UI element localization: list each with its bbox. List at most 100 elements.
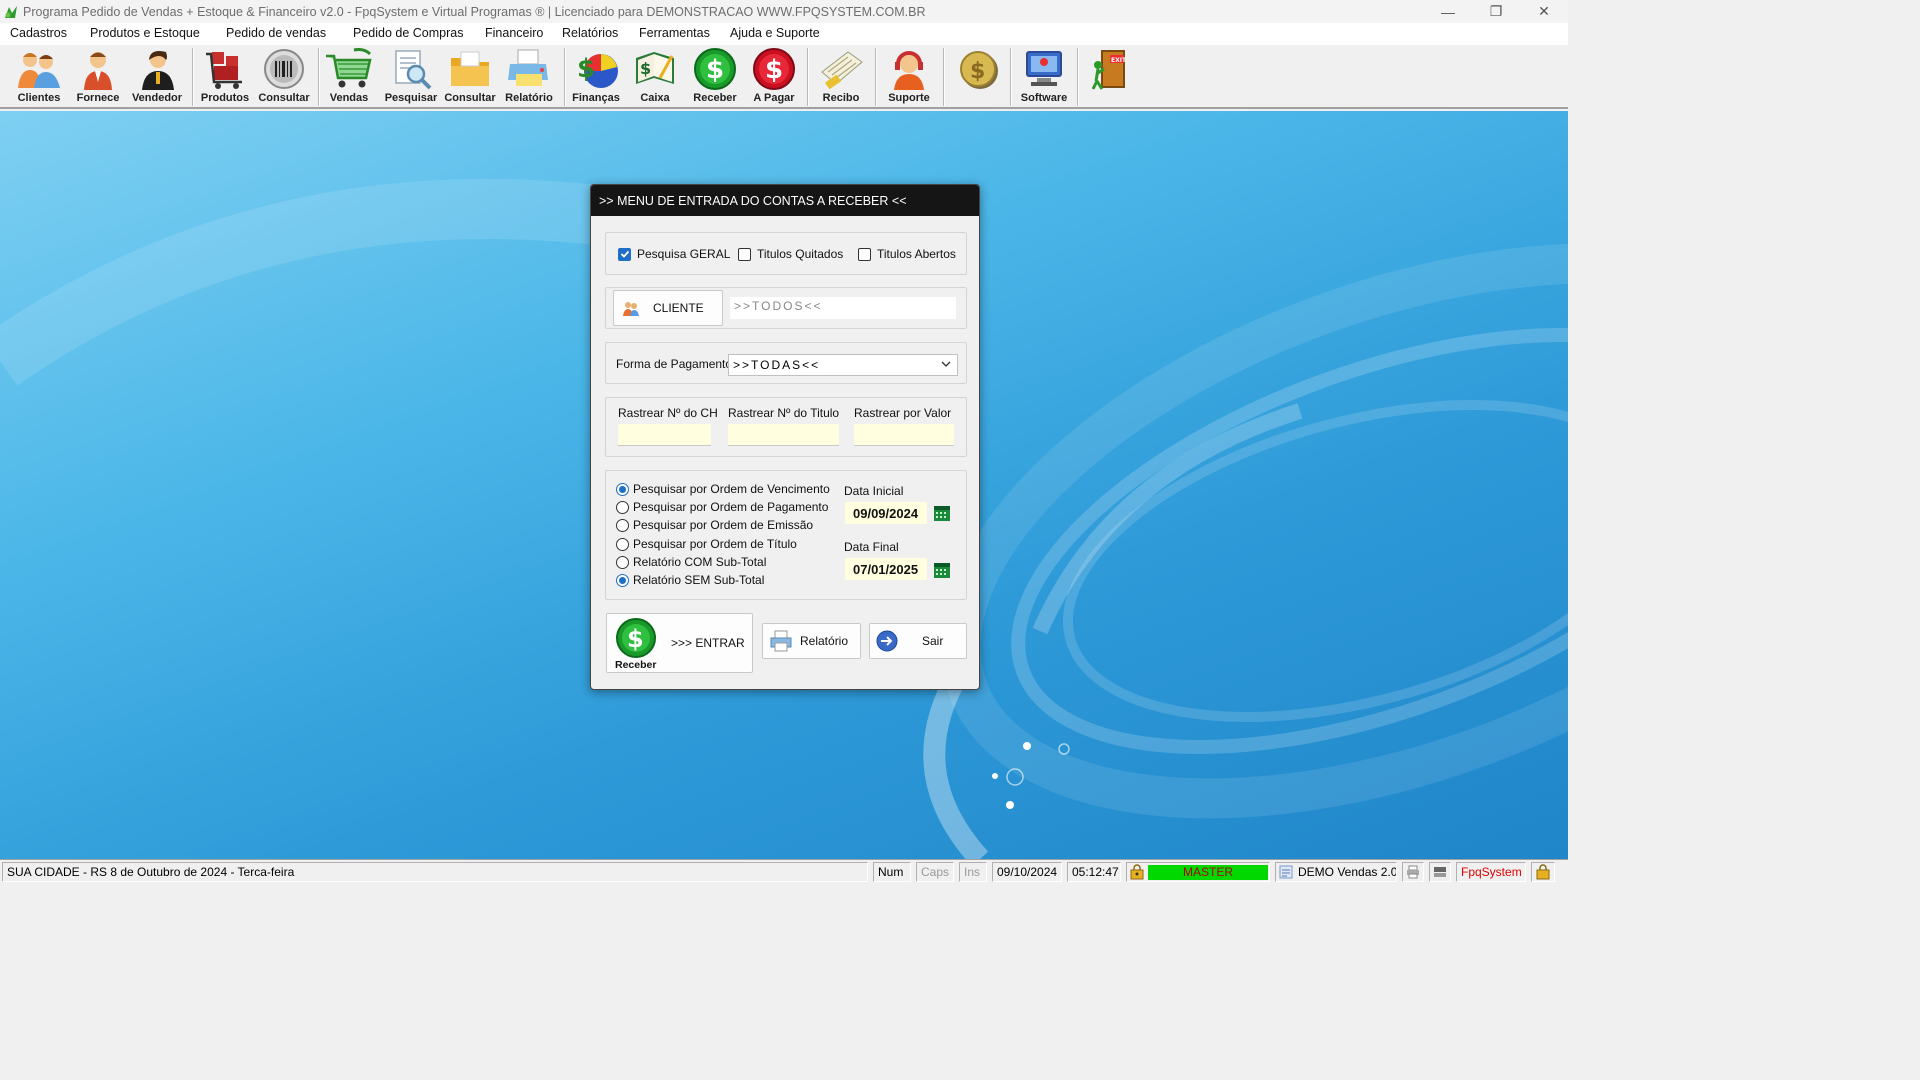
toolbar-recibo-button[interactable]: Recibo — [812, 47, 870, 107]
menu-pedido-compras[interactable]: Pedido de Compras — [353, 26, 463, 40]
forma-pagamento-label: Forma de Pagamento — [616, 357, 733, 371]
ordem-vencimento-radio[interactable]: Pesquisar por Ordem de Vencimento — [616, 482, 830, 496]
toolbar-clientes-button[interactable]: Clientes — [10, 47, 68, 107]
toolbar-separator — [1010, 48, 1012, 106]
toolbar-vendas-button[interactable]: Vendas — [320, 47, 378, 107]
svg-text:EXIT: EXIT — [1111, 57, 1127, 64]
status-version: DEMO Vendas 2.0 — [1298, 865, 1397, 879]
window-title: Programa Pedido de Vendas + Estoque & Fi… — [23, 4, 926, 19]
toolbar-label: Clientes — [17, 92, 61, 104]
ordem-titulo-radio[interactable]: Pesquisar por Ordem de Título — [616, 537, 797, 551]
toolbar-relatorio-button[interactable]: Relatório — [500, 47, 558, 107]
radio-label: Pesquisar por Ordem de Emissão — [633, 518, 814, 532]
status-keyboard-panel[interactable] — [1429, 862, 1451, 882]
relatorio-button[interactable]: Relatório — [762, 623, 861, 659]
radio-label: Relatório SEM Sub-Total — [633, 573, 765, 587]
relatorio-com-subtotal-radio[interactable]: Relatório COM Sub-Total — [616, 555, 766, 569]
menu-relatorios[interactable]: Relatórios — [562, 26, 618, 40]
toolbar-label: Vendedor — [131, 92, 183, 104]
restore-button[interactable]: ❐ — [1472, 0, 1520, 23]
toolbar-receber-button[interactable]: $ Receber — [686, 47, 744, 107]
sair-button[interactable]: Sair — [869, 623, 967, 659]
close-button[interactable]: ✕ — [1520, 0, 1568, 23]
entrar-label: >>> ENTRAR — [671, 636, 745, 650]
toolbar-label: Recibo — [822, 92, 860, 104]
toolbar-label: Software — [1020, 92, 1068, 104]
menu-financeiro[interactable]: Financeiro — [485, 26, 543, 40]
rastrear-ch-input[interactable] — [618, 424, 711, 446]
status-printer-panel[interactable] — [1402, 862, 1424, 882]
toolbar-suporte-button[interactable]: Suporte — [880, 47, 938, 107]
toolbar-financas-button[interactable]: $ Finanças — [567, 47, 625, 107]
entrar-button[interactable]: $ Receber >>> ENTRAR — [606, 613, 753, 673]
toolbar-separator — [192, 48, 194, 106]
toolbar-caixa-button[interactable]: $ Caixa — [626, 47, 684, 107]
checkbox-empty-icon — [738, 247, 751, 261]
svg-text:$: $ — [627, 625, 644, 653]
status-num: Num — [873, 862, 911, 882]
printer-icon — [769, 629, 793, 653]
forma-pagamento-select[interactable]: >>TODAS<< — [728, 354, 958, 376]
toolbar-pesquisar-button[interactable]: Pesquisar — [382, 47, 440, 107]
cliente-field[interactable]: >>TODOS<< — [730, 297, 956, 319]
chevron-down-icon — [941, 358, 951, 372]
cliente-button[interactable]: CLIENTE — [613, 290, 723, 326]
toolbar-software-button[interactable]: Software — [1015, 47, 1073, 107]
toolbar-label: Caixa — [640, 92, 670, 104]
search-doc-icon — [386, 47, 436, 91]
status-ins: Ins — [959, 862, 987, 882]
ordem-emissao-radio[interactable]: Pesquisar por Ordem de Emissão — [616, 518, 813, 532]
toolbar-produtos-button[interactable]: Produtos — [196, 47, 254, 107]
titulos-abertos-checkbox[interactable]: Titulos Abertos — [858, 247, 956, 261]
radio-empty-icon — [616, 500, 629, 514]
toolbar-consultar-button[interactable]: Consultar — [255, 47, 313, 107]
radio-empty-icon — [616, 537, 629, 551]
barcode-icon — [259, 47, 309, 91]
checkbox-checked-icon — [618, 247, 631, 261]
data-final-label: Data Final — [844, 540, 899, 554]
status-lock-panel — [1531, 862, 1555, 882]
user-lock-icon — [1129, 864, 1145, 880]
toolbar-label: Vendas — [329, 92, 369, 104]
keyboard-icon — [1433, 865, 1447, 879]
minimize-button[interactable]: — — [1424, 0, 1472, 23]
menu-ajuda-suporte[interactable]: Ajuda e Suporte — [730, 26, 820, 40]
rastrear-titulo-input[interactable] — [728, 424, 839, 446]
pay-dollar-icon: $ — [749, 47, 799, 91]
calendar-icon[interactable] — [933, 504, 951, 522]
toolbar-label: Relatório — [505, 92, 553, 104]
toolbar-consultar2-button[interactable]: Consultar — [441, 47, 499, 107]
clients-icon — [14, 47, 64, 91]
lock-icon — [1535, 864, 1551, 880]
ordem-pagamento-radio[interactable]: Pesquisar por Ordem de Pagamento — [616, 500, 828, 514]
pesquisa-geral-checkbox[interactable]: Pesquisa GERAL — [618, 247, 730, 261]
calendar-icon[interactable] — [933, 561, 951, 579]
titulos-quitados-label: Titulos Quitados — [757, 247, 844, 261]
contas-receber-dialog: >> MENU DE ENTRADA DO CONTAS A RECEBER <… — [590, 184, 980, 690]
rastrear-valor-input[interactable] — [854, 424, 954, 446]
filter-checks-group: Pesquisa GERAL Titulos Quitados Titulos … — [605, 232, 967, 275]
toolbar-fornece-button[interactable]: Fornece — [69, 47, 127, 107]
receive-dollar-icon: $ — [690, 47, 740, 91]
data-final-input[interactable]: 07/01/2025 — [845, 558, 927, 580]
radio-empty-icon — [616, 555, 629, 569]
menu-cadastros[interactable]: Cadastros — [10, 26, 67, 40]
checkbox-empty-icon — [858, 247, 871, 261]
status-date: 09/10/2024 — [992, 862, 1062, 882]
toolbar-apagar-button[interactable]: $ A Pagar — [745, 47, 803, 107]
menu-ferramentas[interactable]: Ferramentas — [639, 26, 710, 40]
toolbar-exit-button[interactable]: EXIT — [1082, 47, 1140, 107]
titulos-quitados-checkbox[interactable]: Titulos Quitados — [738, 247, 843, 261]
menu-produtos-estoque[interactable]: Produtos e Estoque — [90, 26, 200, 40]
support-icon — [884, 47, 934, 91]
rastrear-group: Rastrear Nº do CH Rastrear Nº do Titulo … — [605, 397, 967, 457]
client-icon — [621, 298, 641, 318]
status-bar: SUA CIDADE - RS 8 de Outubro de 2024 - T… — [0, 859, 1568, 882]
data-inicial-input[interactable]: 09/09/2024 — [845, 502, 927, 524]
relatorio-sem-subtotal-radio[interactable]: Relatório SEM Sub-Total — [616, 573, 764, 587]
radio-selected-icon — [616, 573, 629, 587]
toolbar-coin-button[interactable]: $ — [948, 47, 1006, 107]
menu-pedido-vendas[interactable]: Pedido de vendas — [226, 26, 326, 40]
toolbar-vendedor-button[interactable]: Vendedor — [128, 47, 186, 107]
title-bar: Programa Pedido de Vendas + Estoque & Fi… — [0, 0, 1568, 23]
